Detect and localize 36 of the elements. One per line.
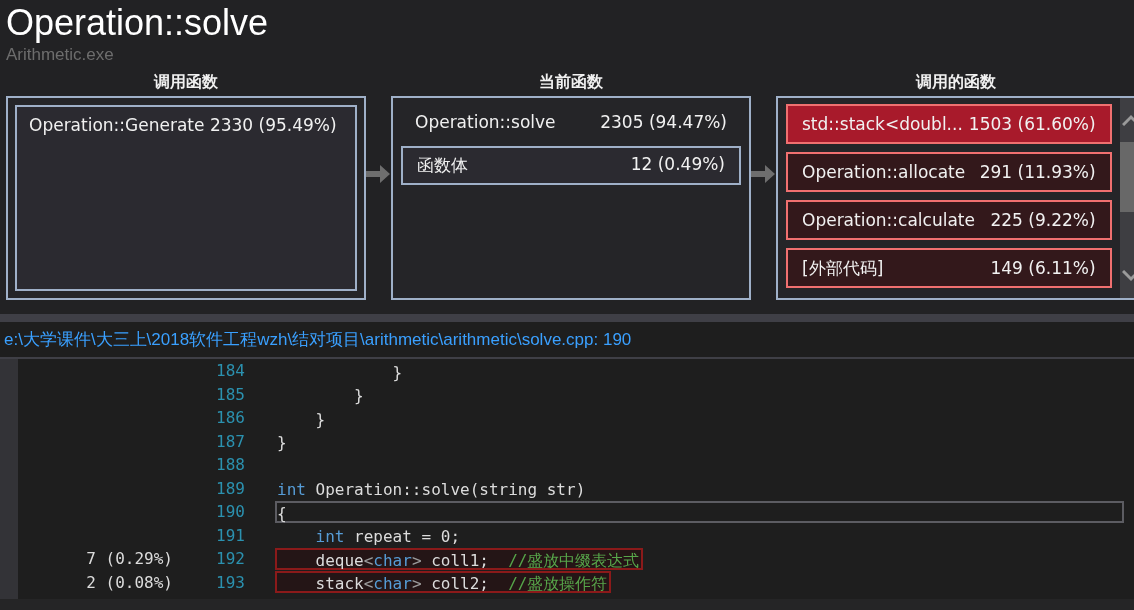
function-body-item[interactable]: 函数体 12 (0.49%) [401,146,741,185]
code-line: } [314,408,327,429]
function-name: Operation::solve [415,112,556,132]
arrow-right-icon [751,162,776,186]
arrow-right-icon [366,162,391,186]
called-function-item[interactable]: Operation::allocate 291 (11.93%) [786,152,1112,192]
column-heading: 调用函数 [152,72,219,93]
code-line: } [276,432,288,453]
sample-count: 2 (0.08%) [85,572,173,592]
line-number: 193 [215,572,246,592]
line-number: 187 [215,431,246,451]
caller-function-item[interactable]: Operation::Generate 2330 (95.49%) [15,105,357,291]
line-number: 192 [215,549,246,569]
called-function-item[interactable]: Operation::calculate 225 (9.22%) [786,200,1112,240]
line-number: 184 [215,361,246,381]
line-number: 188 [215,455,246,475]
function-sample-count: 2305 (94.47%) [600,112,727,132]
process-name: Arithmetic.exe [5,44,115,66]
line-number: 191 [215,525,246,545]
called-function-item[interactable]: std::stack<doubl... 1503 (61.60%) [786,104,1112,144]
line-number: 186 [215,408,246,428]
code-line: } [391,361,404,382]
column-heading: 调用的函数 [914,72,997,93]
sample-count: 7 (0.29%) [85,549,173,569]
line-number: 189 [215,478,246,498]
chevron-up-icon[interactable] [1121,114,1134,126]
code-line: int repeat = 0; [314,526,462,547]
column-heading: 当前函数 [538,72,604,93]
code-line: int Operation::solve(string str) [276,479,587,500]
line-number: 185 [215,384,246,404]
called-function-item[interactable]: [外部代码] 149 (6.11%) [786,248,1112,288]
chevron-down-icon[interactable] [1121,270,1134,282]
line-number: 190 [215,502,246,522]
file-path: e:\大学课件\大三上\2018软件工程wzh\结对项目\arithmetic\arithmetic\solve.cpp: 190 [0,322,1134,359]
code-line: } [353,385,365,406]
function-title: Operation::solve [5,1,270,44]
